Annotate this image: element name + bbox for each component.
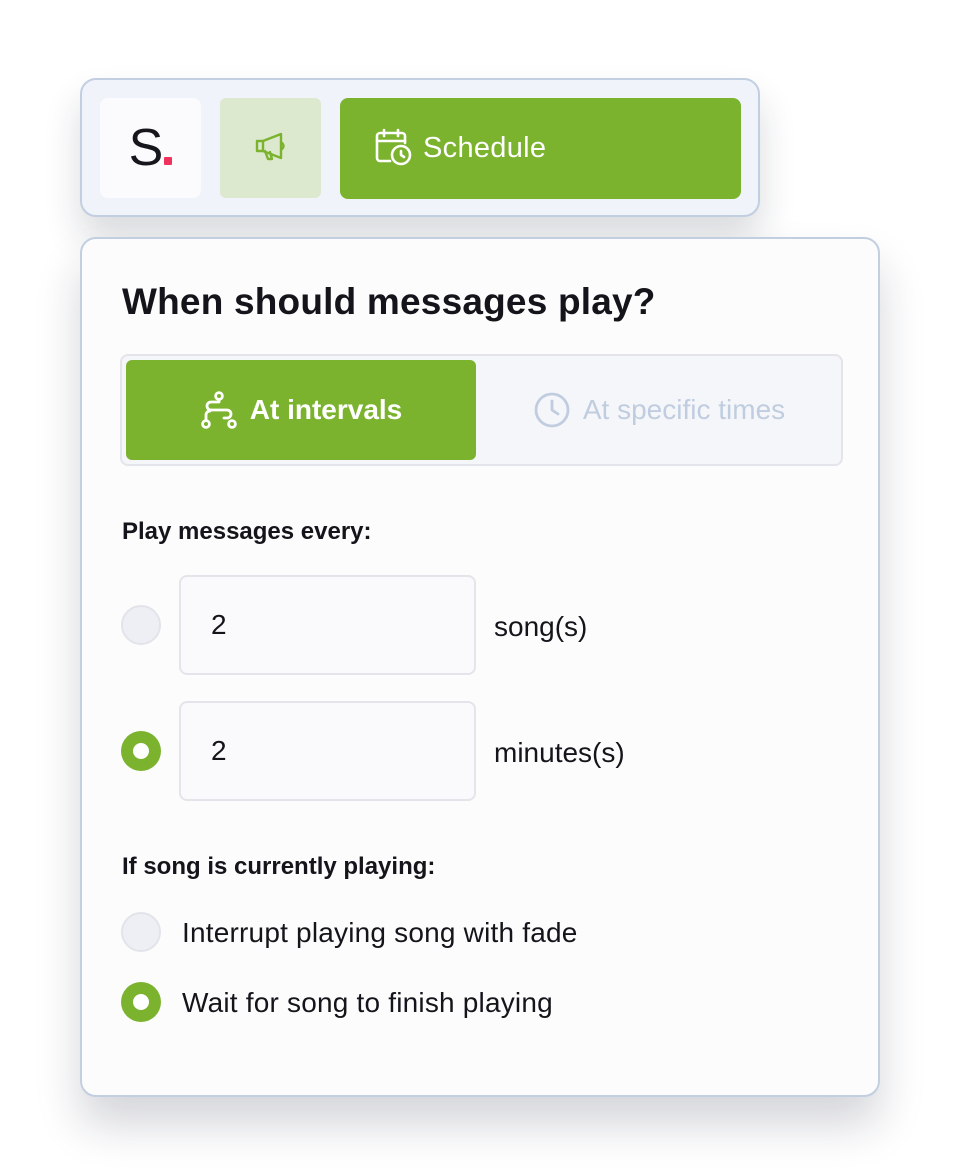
tab-at-specific-times[interactable]: At specific times — [478, 360, 840, 460]
interrupt-with-fade-label[interactable]: Interrupt playing song with fade — [182, 917, 578, 949]
minutes-unit-label: minutes(s) — [494, 737, 625, 768]
messages-button[interactable] — [220, 98, 321, 198]
radio-selected-dot — [133, 994, 149, 1010]
songs-unit-label: song(s) — [494, 611, 588, 642]
mode-selector: At intervals At specific times — [120, 354, 843, 466]
logo-dot — [164, 157, 173, 165]
radio-interrupt-with-fade[interactable] — [121, 912, 161, 952]
megaphone-icon — [251, 126, 291, 170]
radio-minutes[interactable] — [121, 731, 161, 771]
wait-for-finish-label[interactable]: Wait for song to finish playing — [182, 987, 553, 1019]
tab-at-intervals-label: At intervals — [249, 394, 403, 425]
calendar-clock-icon — [373, 127, 413, 171]
app-logo[interactable]: S — [100, 98, 201, 198]
minutes-count-input[interactable] — [179, 701, 476, 801]
radio-wait-for-finish[interactable] — [121, 982, 161, 1022]
clock-icon — [533, 391, 571, 429]
tab-at-specific-times-label: At specific times — [582, 394, 786, 425]
radio-songs[interactable] — [121, 605, 161, 645]
interval-section-label: Play messages every: — [122, 518, 372, 545]
schedule-button[interactable]: Schedule — [340, 98, 741, 199]
schedule-panel: When should messages play? At intervals — [80, 237, 880, 1097]
schedule-label: Schedule — [423, 132, 547, 164]
playing-section-label: If song is currently playing: — [122, 853, 436, 880]
scheduler-app: S Schedule When should messages play? At… — [0, 0, 960, 1176]
panel-title: When should messages play? — [122, 281, 656, 322]
tab-at-intervals[interactable]: At intervals — [126, 360, 476, 460]
logo-mark: S — [129, 122, 173, 174]
route-icon — [200, 391, 238, 429]
songs-count-input[interactable] — [179, 575, 476, 675]
top-toolbar: S Schedule — [80, 78, 760, 217]
radio-selected-dot — [133, 743, 149, 759]
